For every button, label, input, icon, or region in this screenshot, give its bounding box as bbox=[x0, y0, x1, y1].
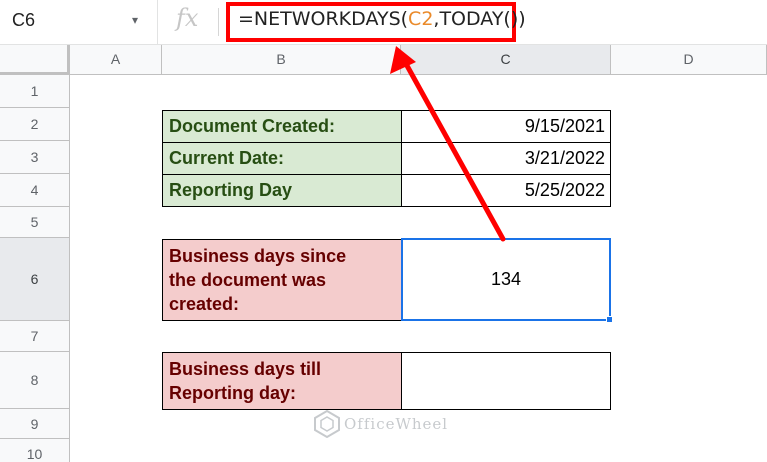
row-header-3[interactable]: 3 bbox=[0, 141, 70, 174]
cell-b8-line-1: Business days till bbox=[169, 359, 322, 379]
row-header-10[interactable]: 10 bbox=[0, 439, 70, 462]
cell-c2[interactable]: 9/15/2021 bbox=[401, 110, 611, 143]
cell-b2[interactable]: Document Created: bbox=[162, 110, 402, 143]
formula-cell-reference: C2 bbox=[408, 8, 434, 30]
cell-b3[interactable]: Current Date: bbox=[162, 142, 402, 175]
cell-b6-line-2: the document was bbox=[169, 270, 327, 290]
officewheel-logo-icon bbox=[314, 410, 340, 438]
formula-suffix: ,TODAY()) bbox=[433, 8, 526, 30]
cell-c6[interactable]: 134 bbox=[401, 238, 611, 321]
cell-b6-line-3: created: bbox=[169, 294, 240, 314]
formula-bar: C6 ▾ fx =NETWORKDAYS(C2,TODAY()) bbox=[0, 0, 767, 45]
cell-b6[interactable]: Business days since the document was cre… bbox=[162, 239, 402, 321]
row-header-2[interactable]: 2 bbox=[0, 108, 70, 141]
formula-divider bbox=[218, 8, 219, 36]
select-all-corner[interactable] bbox=[0, 45, 70, 75]
formula-prefix: =NETWORKDAYS( bbox=[238, 8, 409, 30]
row-header-4[interactable]: 4 bbox=[0, 174, 70, 207]
cell-b4[interactable]: Reporting Day bbox=[162, 174, 402, 207]
cell-c8[interactable] bbox=[401, 352, 611, 410]
row-header-8[interactable]: 8 bbox=[0, 352, 70, 409]
column-header-b[interactable]: B bbox=[162, 45, 401, 75]
dropdown-arrow-icon[interactable]: ▾ bbox=[132, 13, 138, 27]
cell-b8-line-2: Reporting day: bbox=[169, 383, 297, 403]
column-header-c[interactable]: C bbox=[401, 45, 611, 75]
row-header-1[interactable]: 1 bbox=[0, 75, 70, 108]
formula-input[interactable]: =NETWORKDAYS(C2,TODAY()) bbox=[238, 8, 526, 30]
cell-b8[interactable]: Business days till Reporting day: bbox=[162, 352, 402, 410]
fx-icon: fx bbox=[176, 4, 199, 32]
name-box-text: C6 bbox=[12, 10, 36, 30]
fill-handle[interactable] bbox=[606, 316, 613, 323]
row-header-6[interactable]: 6 bbox=[0, 238, 70, 321]
row-header-9[interactable]: 9 bbox=[0, 409, 70, 439]
watermark-text: OfficeWheel bbox=[344, 415, 449, 433]
row-header-5[interactable]: 5 bbox=[0, 207, 70, 238]
watermark: OfficeWheel bbox=[314, 410, 448, 438]
column-header-a[interactable]: A bbox=[70, 45, 162, 75]
row-header-7[interactable]: 7 bbox=[0, 321, 70, 352]
cell-c4[interactable]: 5/25/2022 bbox=[401, 174, 611, 207]
cell-b6-line-1: Business days since bbox=[169, 246, 347, 266]
column-header-d[interactable]: D bbox=[611, 45, 767, 75]
cell-c3[interactable]: 3/21/2022 bbox=[401, 142, 611, 175]
name-box[interactable]: C6 ▾ bbox=[0, 0, 158, 45]
